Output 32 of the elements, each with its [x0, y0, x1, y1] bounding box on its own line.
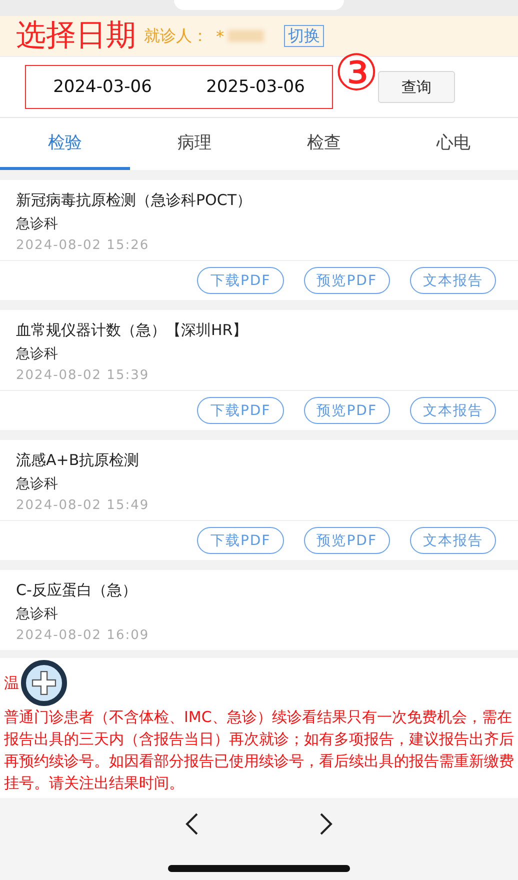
- report-time: 2024-08-02 16:09: [16, 628, 150, 643]
- patient-label: 就诊人：: [144, 26, 208, 46]
- report-title: 新冠病毒抗原检测（急诊科POCT）: [16, 191, 252, 210]
- report-title: C-反应蛋白（急）: [16, 581, 138, 600]
- department: 急诊科: [16, 345, 59, 363]
- department: 急诊科: [16, 475, 59, 493]
- report-time: 2024-08-02 15:39: [16, 368, 150, 383]
- date-range-field[interactable]: 2024-03-06 2025-03-06: [25, 65, 333, 109]
- notice-heading: 温: [4, 674, 19, 692]
- notice-text: 普通门诊患者（不含体检、IMC、急诊）续诊看结果只有一次免费机会，需在报告出具的三天内（含报告当日）再次就诊；如有多项报告，建议报告出齐后再预约续诊号。如因看部分报告已使用续诊号，看后续出具的报告需重新缴费挂号。请关注出结果时间。: [4, 707, 514, 794]
- page-title: 选择日期: [16, 18, 136, 54]
- report-title: 流感A+B抗原检测: [16, 451, 140, 470]
- tab[interactable]: 病理: [130, 118, 259, 170]
- department: 急诊科: [16, 605, 59, 623]
- department: 急诊科: [16, 215, 59, 233]
- chevron-right-icon: [318, 812, 334, 836]
- report-title: 血常规仪器计数（急）【深圳HR】: [16, 321, 249, 340]
- tab[interactable]: 检验: [0, 118, 130, 170]
- report-time: 2024-08-02 15:26: [16, 238, 150, 253]
- end-date[interactable]: 2025-03-06: [206, 77, 305, 97]
- step-annotation: ③: [334, 45, 379, 101]
- chevron-left-icon: [184, 812, 200, 836]
- query-button[interactable]: 查询: [378, 71, 455, 103]
- patient-name: *: [216, 26, 224, 46]
- plus-icon: [31, 670, 57, 696]
- report-time: 2024-08-02 15:49: [16, 498, 150, 513]
- report-card[interactable]: C-反应蛋白（急） 急诊科 2024-08-02 16:09: [0, 570, 518, 650]
- redacted-mask: [228, 30, 264, 42]
- tab[interactable]: 检查: [259, 118, 388, 170]
- start-date[interactable]: 2024-03-06: [53, 77, 152, 97]
- add-button[interactable]: [21, 660, 67, 706]
- tab[interactable]: 心电: [388, 118, 518, 170]
